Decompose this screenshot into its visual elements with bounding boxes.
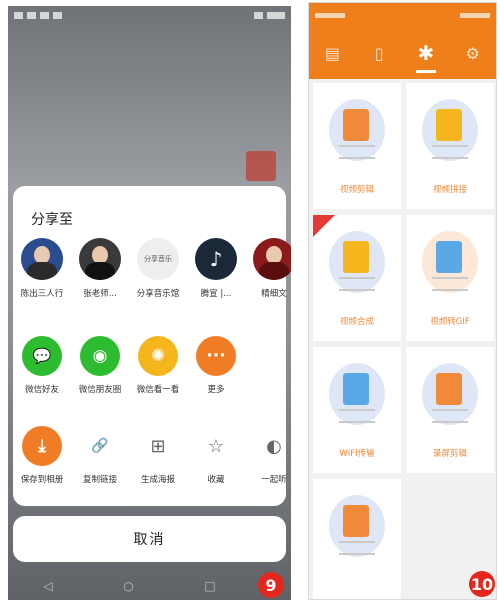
music-note-icon: ♪: [195, 238, 237, 280]
contact-label: 张老师...: [83, 289, 117, 299]
contact-label: 腾宣 |...: [200, 289, 232, 299]
tab-files[interactable]: ▤: [314, 33, 350, 73]
share-screen: 分享至 陈出三人行 张老师... 分享音乐 分享音乐馆 ♪ 腾宣 |... 精细…: [8, 6, 291, 600]
gif-icon: [436, 241, 462, 273]
share-more[interactable]: ··· 更多: [187, 336, 245, 395]
avatar: 分享音乐: [137, 238, 179, 280]
actions-row: ⤓ 保存到相册 🔗 复制链接 ⊞ 生成海报 ☆ 收藏 ◐ 一起听: [13, 426, 287, 486]
wifi-transfer-icon: [343, 373, 369, 405]
tab-tools[interactable]: ✱: [408, 33, 444, 73]
signal-icon: [40, 11, 49, 19]
share-title: 分享至: [31, 212, 73, 228]
save-to-album-button[interactable]: ⤓ 保存到相册: [13, 426, 71, 485]
grid-icon: ⊞: [150, 435, 166, 457]
generate-poster-button[interactable]: ⊞ 生成海报: [129, 426, 187, 486]
recents-icon[interactable]: □: [204, 579, 215, 593]
share-wechat-look[interactable]: ✺ 微信看一看: [129, 336, 187, 395]
tab-phone[interactable]: ▯: [361, 33, 397, 73]
step-badge: 10: [469, 571, 495, 597]
sim-icon: [14, 11, 23, 19]
cancel-button[interactable]: 取消: [13, 516, 286, 562]
screen-record-icon: [436, 373, 462, 405]
look-icon: ✺: [138, 336, 178, 376]
signal-icon: [315, 12, 345, 18]
status-bar: [8, 6, 291, 24]
avatar: [21, 238, 63, 280]
contacts-row: 陈出三人行 张老师... 分享音乐 分享音乐馆 ♪ 腾宣 |... 精细文: [13, 238, 291, 299]
apps-row: 💬 微信好友 ◉ 微信朋友圈 ✺ 微信看一看 ··· 更多: [13, 336, 286, 395]
new-ribbon: [313, 215, 335, 237]
bluetooth-icon: [254, 11, 263, 19]
more-icon: ···: [196, 336, 236, 376]
tool-card-video-merge[interactable]: 视频合成: [313, 215, 401, 341]
tab-settings[interactable]: ⚙: [455, 33, 491, 73]
navigation-bar: ◁ ○ □: [8, 572, 291, 600]
tool-card-video-join[interactable]: 视频拼接: [406, 83, 494, 209]
share-sheet: 分享至 陈出三人行 张老师... 分享音乐 分享音乐馆 ♪ 腾宣 |... 精细…: [13, 186, 291, 506]
contact-label: 分享音乐馆: [136, 289, 180, 299]
copy-link-button[interactable]: 🔗 复制链接: [71, 426, 129, 485]
step-badge: 9: [258, 572, 284, 598]
tools-icon: ✱: [417, 41, 435, 65]
video-merge-icon: [343, 241, 369, 273]
tool-card-wifi-transfer[interactable]: WIFI传输: [313, 347, 401, 473]
contact-item[interactable]: 陈出三人行: [13, 238, 71, 299]
tool-card-video-to-gif[interactable]: 视频转GIF: [406, 215, 494, 341]
video-clip-icon: [343, 109, 369, 141]
tools-screen: ▤ ▯ ✱ ⚙ 视频剪辑 视频拼接 视频合成 视频转GIF WIFI传输 录屏剪…: [308, 2, 497, 600]
tool-card-video-clip[interactable]: 视频剪辑: [313, 83, 401, 209]
tool-card-screen-record-edit[interactable]: 录屏剪辑: [406, 347, 494, 473]
star-icon: ☆: [207, 435, 225, 457]
signal-icon: [27, 11, 36, 19]
favorite-button[interactable]: ☆ 收藏: [187, 426, 245, 486]
home-icon[interactable]: ○: [123, 579, 133, 593]
video-edit-icon: [343, 505, 369, 537]
listen-together-button[interactable]: ◐ 一起听: [245, 426, 291, 486]
wechat-icon: 💬: [22, 336, 62, 376]
background-image: [246, 151, 276, 181]
video-join-icon: [436, 109, 462, 141]
top-tabs: ▤ ▯ ✱ ⚙: [309, 27, 496, 79]
share-wechat-friend[interactable]: 💬 微信好友: [13, 336, 71, 395]
tool-card-extra[interactable]: [313, 479, 401, 599]
contact-item[interactable]: 张老师...: [71, 238, 129, 299]
link-icon: 🔗: [91, 438, 109, 454]
avatar: [79, 238, 121, 280]
battery-icon: [267, 11, 285, 19]
moments-icon: ◉: [80, 336, 120, 376]
settings-icon: ⚙: [465, 43, 480, 63]
contact-item[interactable]: ♪ 腾宣 |...: [187, 238, 245, 299]
status-bar: [309, 3, 496, 27]
share-wechat-moments[interactable]: ◉ 微信朋友圈: [71, 336, 129, 395]
listen-icon: ◐: [266, 435, 282, 457]
avatar-text: 分享音乐: [144, 255, 172, 263]
download-icon: ⤓: [22, 426, 62, 466]
contact-item[interactable]: 精细文: [245, 238, 291, 299]
battery-icon: [460, 12, 490, 18]
contact-item[interactable]: 分享音乐 分享音乐馆: [129, 238, 187, 299]
wifi-icon: [53, 11, 62, 19]
file-icon: ▤: [324, 43, 340, 63]
phone-icon: ▯: [374, 43, 384, 63]
contact-label: 陈出三人行: [20, 289, 64, 299]
contact-label: 精细文: [261, 289, 287, 299]
back-icon[interactable]: ◁: [43, 579, 52, 593]
avatar: [253, 238, 291, 280]
